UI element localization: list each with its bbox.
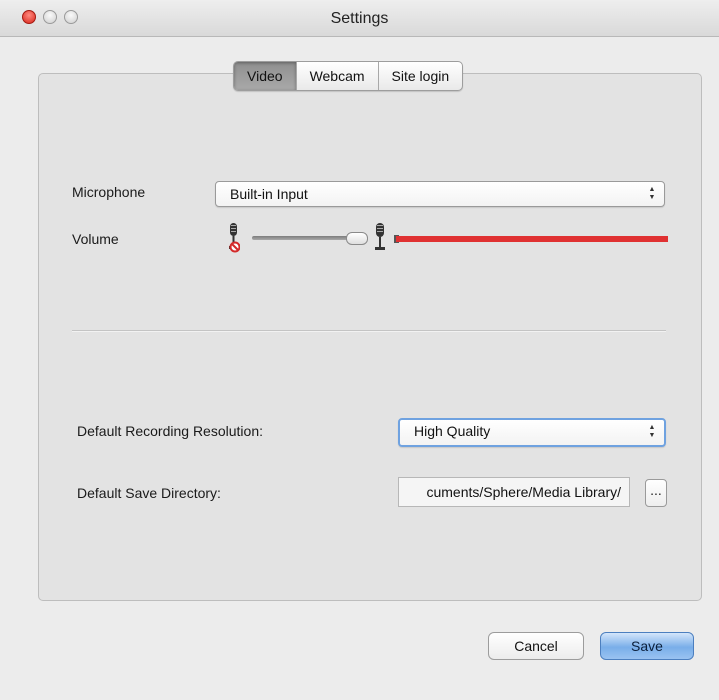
- volume-label: Volume: [72, 231, 119, 247]
- settings-panel: [38, 73, 702, 601]
- resolution-select[interactable]: High Quality ▲ ▼: [398, 418, 666, 447]
- microphone-label: Microphone: [72, 184, 146, 200]
- title-bar: Settings: [0, 0, 719, 37]
- volume-slider-knob[interactable]: [346, 232, 368, 245]
- cancel-button[interactable]: Cancel: [488, 632, 584, 660]
- microphone-select-value: Built-in Input: [230, 186, 308, 202]
- resolution-label: Default Recording Resolution:: [77, 423, 263, 439]
- save-directory-field[interactable]: cuments/Sphere/Media Library/: [398, 477, 630, 507]
- input-level-meter: [396, 236, 668, 242]
- section-divider: [72, 330, 666, 332]
- window-title: Settings: [330, 10, 389, 27]
- settings-window: Settings Video Webcam Site login Microph…: [0, 0, 719, 700]
- up-down-arrows-icon: ▲ ▼: [648, 424, 656, 439]
- tab-video[interactable]: Video: [234, 62, 296, 90]
- browse-button[interactable]: ...: [645, 479, 667, 507]
- resolution-select-value: High Quality: [414, 423, 491, 439]
- volume-control: [226, 222, 668, 256]
- save-button[interactable]: Save: [600, 632, 694, 660]
- microphone-select[interactable]: Built-in Input ▲ ▼: [215, 181, 665, 207]
- up-down-arrows-icon: ▲ ▼: [648, 186, 656, 201]
- tab-bar: Video Webcam Site login: [233, 61, 464, 91]
- microphone-icon: [375, 223, 385, 250]
- tab-webcam[interactable]: Webcam: [295, 62, 378, 90]
- save-directory-label: Default Save Directory:: [77, 485, 221, 501]
- volume-track[interactable]: [252, 236, 356, 240]
- microphone-muted-icon: [229, 223, 240, 253]
- tab-site-login[interactable]: Site login: [377, 62, 463, 90]
